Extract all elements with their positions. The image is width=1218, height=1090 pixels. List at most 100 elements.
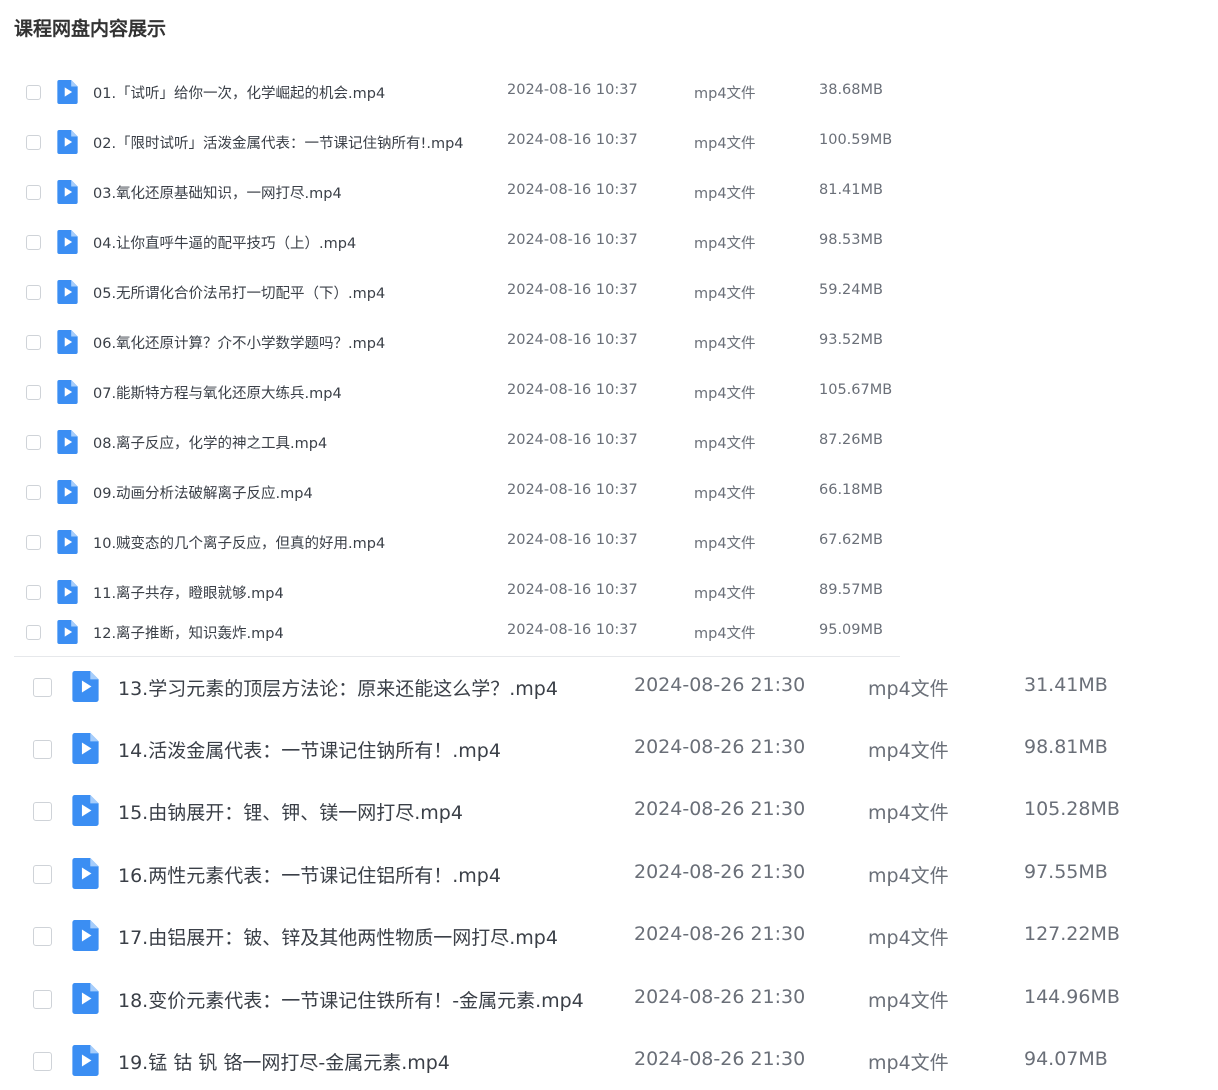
file-date: 2024-08-16 10:37 — [507, 332, 638, 348]
file-date: 2024-08-16 10:37 — [507, 382, 638, 398]
page-title: 课程网盘内容展示 — [14, 18, 167, 40]
file-size: 67.62MB — [819, 532, 883, 548]
file-date: 2024-08-16 10:37 — [507, 482, 638, 498]
file-type: mp4文件 — [868, 802, 949, 824]
file-date: 2024-08-26 21:30 — [634, 674, 806, 696]
row-checkbox[interactable] — [26, 585, 41, 600]
file-name[interactable]: 10.贼变态的几个离子反应，但真的好用.mp4 — [93, 532, 385, 553]
video-file-icon — [72, 733, 99, 764]
video-file-icon — [72, 795, 99, 826]
file-date: 2024-08-16 10:37 — [507, 582, 638, 598]
row-checkbox[interactable] — [33, 1052, 52, 1071]
file-name[interactable]: 03.氧化还原基础知识，一网打尽.mp4 — [93, 182, 342, 203]
video-file-icon — [72, 858, 99, 889]
file-name[interactable]: 15.由钠展开：锂、钾、镁一网打尽.mp4 — [118, 798, 463, 825]
row-checkbox[interactable] — [26, 335, 41, 350]
file-name[interactable]: 08.离子反应，化学的神之工具.mp4 — [93, 432, 327, 453]
file-size: 98.81MB — [1024, 736, 1108, 758]
file-size: 105.28MB — [1024, 798, 1120, 820]
video-file-icon — [72, 920, 99, 951]
file-name[interactable]: 07.能斯特方程与氧化还原大练兵.mp4 — [93, 382, 342, 403]
file-date: 2024-08-16 10:37 — [507, 232, 638, 248]
file-name[interactable]: 14.活泼金属代表：一节课记住钠所有！.mp4 — [118, 736, 501, 763]
file-date: 2024-08-26 21:30 — [634, 798, 806, 820]
video-file-icon — [57, 330, 78, 354]
row-checkbox[interactable] — [33, 927, 52, 946]
row-checkbox[interactable] — [26, 385, 41, 400]
file-size: 98.53MB — [819, 232, 883, 248]
file-size: 144.96MB — [1024, 986, 1120, 1008]
video-file-icon — [57, 380, 78, 404]
file-date: 2024-08-26 21:30 — [634, 923, 806, 945]
row-checkbox[interactable] — [26, 435, 41, 450]
file-name[interactable]: 01.「试听」给你一次，化学崛起的机会.mp4 — [93, 82, 385, 103]
row-checkbox[interactable] — [26, 485, 41, 500]
file-name[interactable]: 11.离子共存，瞪眼就够.mp4 — [93, 582, 284, 603]
row-checkbox[interactable] — [33, 740, 52, 759]
video-file-icon — [57, 620, 78, 644]
file-name[interactable]: 04.让你直呼牛逼的配平技巧（上）.mp4 — [93, 232, 356, 253]
file-date: 2024-08-16 10:37 — [507, 182, 638, 198]
file-type: mp4文件 — [694, 286, 756, 302]
file-type: mp4文件 — [694, 136, 756, 152]
file-type: mp4文件 — [868, 927, 949, 949]
file-type: mp4文件 — [868, 990, 949, 1012]
row-checkbox[interactable] — [33, 802, 52, 821]
file-name[interactable]: 17.由铝展开：铍、锌及其他两性物质一网打尽.mp4 — [118, 923, 558, 950]
row-checkbox[interactable] — [26, 135, 41, 150]
file-type: mp4文件 — [694, 626, 756, 642]
row-checkbox[interactable] — [26, 185, 41, 200]
row-checkbox[interactable] — [26, 235, 41, 250]
file-date: 2024-08-16 10:37 — [507, 432, 638, 448]
file-size: 100.59MB — [819, 132, 893, 148]
file-date: 2024-08-26 21:30 — [634, 986, 806, 1008]
row-checkbox[interactable] — [26, 285, 41, 300]
file-type: mp4文件 — [868, 740, 949, 762]
file-name[interactable]: 12.离子推断，知识轰炸.mp4 — [93, 622, 284, 643]
file-size: 94.07MB — [1024, 1048, 1108, 1070]
file-name[interactable]: 09.动画分析法破解离子反应.mp4 — [93, 482, 313, 503]
file-type: mp4文件 — [694, 436, 756, 452]
file-name[interactable]: 16.两性元素代表：一节课记住铝所有！.mp4 — [118, 861, 501, 888]
file-size: 38.68MB — [819, 82, 883, 98]
file-name[interactable]: 06.氧化还原计算？介不小学数学题吗？.mp4 — [93, 332, 385, 353]
file-size: 127.22MB — [1024, 923, 1120, 945]
file-date: 2024-08-16 10:37 — [507, 132, 638, 148]
file-size: 59.24MB — [819, 282, 883, 298]
file-type: mp4文件 — [868, 1052, 949, 1074]
file-name[interactable]: 19.锰 钴 钒 铬一网打尽-金属元素.mp4 — [118, 1048, 450, 1075]
row-checkbox[interactable] — [33, 678, 52, 697]
file-name[interactable]: 18.变价元素代表：一节课记住铁所有！-金属元素.mp4 — [118, 986, 584, 1013]
file-type: mp4文件 — [694, 536, 756, 552]
file-type: mp4文件 — [868, 678, 949, 700]
row-checkbox[interactable] — [26, 625, 41, 640]
row-checkbox[interactable] — [33, 990, 52, 1009]
file-size: 81.41MB — [819, 182, 883, 198]
file-name[interactable]: 13.学习元素的顶层方法论：原来还能这么学？.mp4 — [118, 674, 558, 701]
file-type: mp4文件 — [694, 386, 756, 402]
video-file-icon — [57, 180, 78, 204]
file-size: 97.55MB — [1024, 861, 1108, 883]
file-size: 87.26MB — [819, 432, 883, 448]
video-file-icon — [57, 580, 78, 604]
file-type: mp4文件 — [694, 336, 756, 352]
row-checkbox[interactable] — [26, 85, 41, 100]
file-date: 2024-08-16 10:37 — [507, 622, 638, 638]
video-file-icon — [57, 130, 78, 154]
file-date: 2024-08-26 21:30 — [634, 736, 806, 758]
section-divider — [14, 656, 900, 657]
file-size: 93.52MB — [819, 332, 883, 348]
file-size: 89.57MB — [819, 582, 883, 598]
file-date: 2024-08-16 10:37 — [507, 532, 638, 548]
file-type: mp4文件 — [868, 865, 949, 887]
file-date: 2024-08-26 21:30 — [634, 1048, 806, 1070]
video-file-icon — [72, 671, 99, 702]
video-file-icon — [57, 230, 78, 254]
video-file-icon — [57, 480, 78, 504]
file-name[interactable]: 05.无所谓化合价法吊打一切配平（下）.mp4 — [93, 282, 385, 303]
file-date: 2024-08-16 10:37 — [507, 282, 638, 298]
file-size: 95.09MB — [819, 622, 883, 638]
row-checkbox[interactable] — [26, 535, 41, 550]
file-name[interactable]: 02.「限时试听」活泼金属代表：一节课记住钠所有!.mp4 — [93, 132, 464, 153]
row-checkbox[interactable] — [33, 865, 52, 884]
